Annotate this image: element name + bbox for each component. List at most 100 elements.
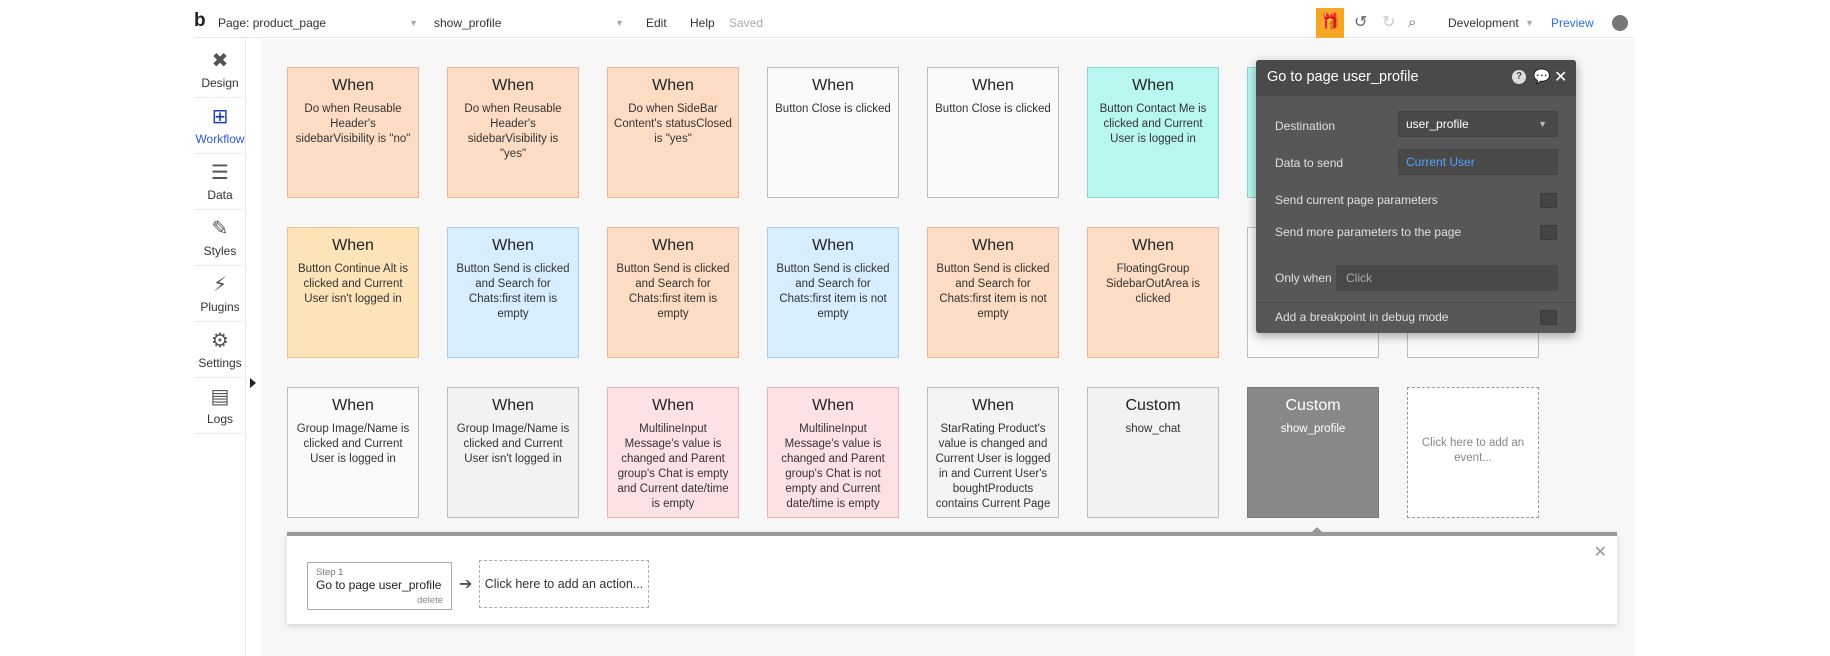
event-card[interactable]: When Button Send is clicked and Search f… [607,227,739,358]
sidebar-item-plugins[interactable]: ⚡ Plugins [194,266,246,322]
close-icon[interactable]: ✕ [1594,542,1607,562]
event-card[interactable]: When MultilineInput Message's value is c… [767,387,899,518]
custom-event-card[interactable]: Custom show_chat [1087,387,1219,518]
event-condition: MultilineInput Message's value is change… [781,423,885,510]
breakpoint-label: Add a breakpoint in debug mode [1275,310,1449,324]
event-card[interactable]: When FloatingGroup SidebarOutArea is cli… [1087,227,1219,358]
event-card[interactable]: When Button Send is clicked and Search f… [447,227,579,358]
event-card[interactable]: When Group Image/Name is clicked and Cur… [287,387,419,518]
event-condition: Button Send is clicked and Search for Ch… [616,263,730,320]
sidebar-item-label: Workflow [195,132,245,146]
event-type: When [972,237,1014,254]
brush-icon: ✎ [211,218,229,240]
custom-event-card-selected[interactable]: Custom show_profile [1247,387,1379,518]
only-when-input[interactable]: Click [1336,265,1558,291]
step-delete-link[interactable]: delete [417,595,443,606]
sidebar-item-settings[interactable]: ⚙ Settings [194,322,246,378]
menu-edit[interactable]: Edit [646,8,667,38]
add-action-button[interactable]: Click here to add an action... [479,560,649,608]
event-card[interactable]: When Button Send is clicked and Search f… [927,227,1059,358]
event-condition: Do when Reusable Header's sidebarVisibil… [295,103,411,145]
custom-event-name: show_profile [1280,423,1346,435]
add-event-button[interactable]: Click here to add an event... [1407,387,1539,518]
event-condition: FloatingGroup SidebarOutArea is clicked [1106,263,1200,305]
sidebar-item-data[interactable]: ☰ Data [194,154,246,210]
destination-dropdown[interactable]: user_profile ▼ [1398,111,1558,137]
add-event-label: Click here to add an event... [1421,437,1525,464]
event-condition: Button Close is clicked [935,103,1051,115]
event-condition: Button Contact Me is clicked and Current… [1099,103,1207,145]
send-more-params-label: Send more parameters to the page [1275,225,1462,239]
breakpoint-checkbox[interactable] [1540,310,1557,325]
plug-icon: ⚡ [212,274,228,296]
sidebar-item-design[interactable]: ✖ Design [194,42,246,98]
event-condition: Group Image/Name is clicked and Current … [296,423,410,465]
custom-event-name: show_chat [1125,423,1181,435]
redo-icon[interactable]: ↻ [1382,8,1395,38]
event-card[interactable]: When Button Send is clicked and Search f… [767,227,899,358]
preview-link[interactable]: Preview [1551,8,1594,38]
sidebar-item-label: Plugins [200,300,240,314]
event-card[interactable]: When Group Image/Name is clicked and Cur… [447,387,579,518]
event-card[interactable]: When Button Continue Alt is clicked and … [287,227,419,358]
top-bar: b Page: product_page ▼ show_profile ▼ Edit… [194,8,1634,38]
action-panel: Step 1 Go to page user_profile delete ➔ … [287,532,1617,624]
event-card[interactable]: When Do when Reusable Header's sidebarVi… [447,67,579,198]
action-step-1[interactable]: Step 1 Go to page user_profile delete [307,562,452,610]
chevron-down-icon: ▼ [1525,18,1534,28]
chevron-down-icon: ▼ [615,18,624,28]
sidebar-item-workflow[interactable]: ⊞ Workflow [194,98,246,154]
data-to-send-label: Data to send [1275,156,1344,170]
sidebar-item-label: Settings [198,356,242,370]
user-account-icon[interactable] [1612,15,1628,31]
document-icon: ▤ [210,386,230,408]
bubble-logo[interactable]: b [194,8,206,38]
event-type: When [492,397,534,414]
sidebar-item-label: Logs [206,412,234,426]
event-condition: MultilineInput Message's value is change… [617,423,729,510]
send-current-params-label: Send current page parameters [1275,193,1438,207]
page-selector-value: Page: product_page [218,16,327,30]
divider [1256,302,1576,303]
event-card[interactable]: When Do when SideBar Content's statusClo… [607,67,739,198]
send-current-params-checkbox[interactable] [1540,193,1557,208]
event-card[interactable]: When StarRating Product's value is chang… [927,387,1059,518]
sidebar-item-logs[interactable]: ▤ Logs [194,378,246,434]
event-card[interactable]: When Button Contact Me is clicked and Cu… [1087,67,1219,198]
event-condition: Do when Reusable Header's sidebarVisibil… [464,103,562,160]
workflow-selector-value: show_profile [434,16,502,30]
workflow-selector[interactable]: show_profile ▼ [434,8,624,38]
sidebar-item-label: Data [207,188,233,202]
event-card[interactable]: When MultilineInput Message's value is c… [607,387,739,518]
event-card[interactable]: When Do when Reusable Header's sidebarVi… [287,67,419,198]
event-condition: Button Send is clicked and Search for Ch… [936,263,1050,320]
search-icon[interactable]: ⌕ [1408,8,1416,38]
chevron-down-icon: ▼ [409,18,418,28]
event-type: Custom [1285,397,1341,414]
design-tools-icon: ✖ [211,50,229,72]
send-more-params-checkbox[interactable] [1540,225,1557,240]
gift-icon[interactable]: 🎁 [1316,8,1344,38]
sidebar-item-label: Design [201,76,239,90]
event-type: When [332,237,374,254]
property-editor-header[interactable]: Go to page user_profile ? 💬 ✕ [1256,60,1576,96]
comment-icon[interactable]: 💬 [1533,68,1550,85]
workflow-tree-icon: ⊞ [211,106,229,128]
menu-help[interactable]: Help [690,8,715,38]
close-icon[interactable]: ✕ [1554,67,1567,87]
undo-icon[interactable]: ↺ [1354,8,1367,38]
destination-value: user_profile [1406,117,1469,131]
event-condition: Button Close is clicked [775,103,891,115]
page-selector[interactable]: Page: product_page ▼ [218,8,418,38]
help-icon[interactable]: ? [1512,70,1526,84]
event-type: When [332,397,374,414]
sidebar-expand-icon[interactable] [250,378,256,388]
environment-selector[interactable]: Development ▼ [1448,8,1534,38]
sidebar-item-styles[interactable]: ✎ Styles [194,210,246,266]
event-card[interactable]: When Button Close is clicked [927,67,1059,198]
event-condition: Group Image/Name is clicked and Current … [456,423,570,465]
event-type: When [812,397,854,414]
data-to-send-field[interactable]: Current User [1398,149,1558,175]
event-card[interactable]: When Button Close is clicked [767,67,899,198]
step-name: Go to page user_profile [316,578,442,592]
